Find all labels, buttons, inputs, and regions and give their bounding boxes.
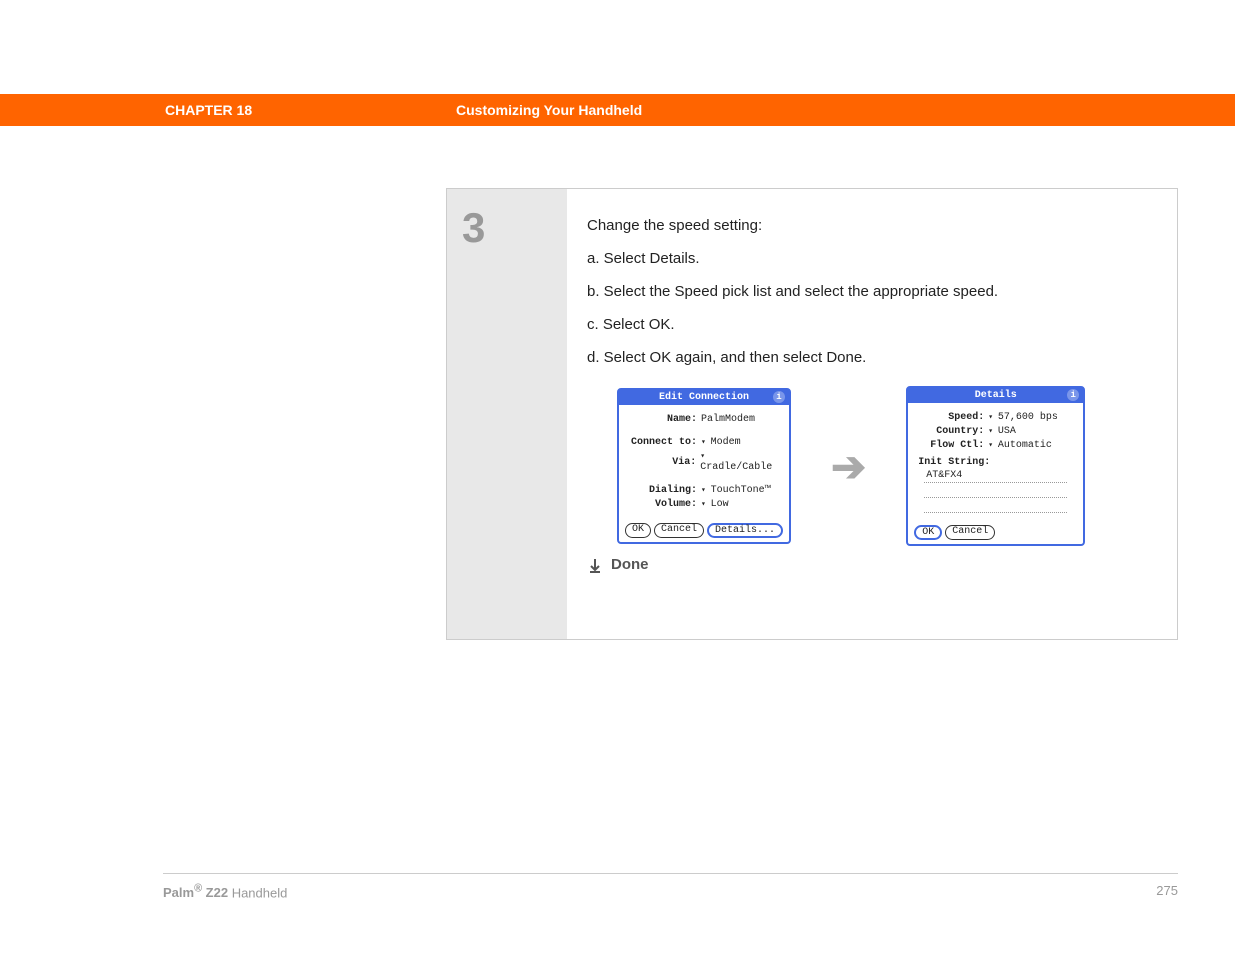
dialing-picklist[interactable]: TouchTone™ xyxy=(701,485,771,496)
substep-a: a. Select Details. xyxy=(587,250,1157,267)
connect-label: Connect to: xyxy=(627,437,697,448)
footer-divider xyxy=(163,873,1178,874)
details-title: Details xyxy=(975,390,1017,401)
arrow-down-icon xyxy=(587,557,603,573)
info-icon[interactable]: i xyxy=(1067,389,1079,401)
substep-c: c. Select OK. xyxy=(587,316,1157,333)
init-string-label: Init String: xyxy=(918,457,1075,468)
init-string-line-2[interactable] xyxy=(924,485,1067,498)
page-number: 275 xyxy=(1156,883,1178,898)
substep-list: a. Select Details. b. Select the Speed p… xyxy=(587,250,1157,366)
chapter-title: Customizing Your Handheld xyxy=(456,102,642,118)
screenshot-row: Edit Connection i Name: PalmModem Connect… xyxy=(617,386,1157,546)
speed-picklist[interactable]: 57,600 bps xyxy=(988,412,1058,423)
flowctl-label: Flow Ctl: xyxy=(916,440,984,451)
cancel-button[interactable]: Cancel xyxy=(654,523,704,538)
step-container: 3 Change the speed setting: a. Select De… xyxy=(446,188,1178,640)
name-value: PalmModem xyxy=(701,414,755,425)
via-label: Via: xyxy=(627,457,696,468)
speed-label: Speed: xyxy=(916,412,984,423)
details-button[interactable]: Details... xyxy=(707,523,783,538)
arrow-right-icon: ➔ xyxy=(831,442,866,491)
edit-connection-dialog: Edit Connection i Name: PalmModem Connect… xyxy=(617,388,791,544)
volume-picklist[interactable]: Low xyxy=(701,499,729,510)
cancel-button[interactable]: Cancel xyxy=(945,525,995,540)
ok-button[interactable]: OK xyxy=(625,523,651,538)
done-label: Done xyxy=(611,556,649,573)
step-number-sidebar: 3 xyxy=(447,189,567,639)
chapter-header: CHAPTER 18 Customizing Your Handheld xyxy=(0,94,1235,126)
country-picklist[interactable]: USA xyxy=(988,426,1016,437)
step-content: Change the speed setting: a. Select Deta… xyxy=(567,189,1177,639)
substep-d: d. Select OK again, and then select Done… xyxy=(587,349,1157,366)
chapter-number: CHAPTER 18 xyxy=(165,102,252,118)
info-icon[interactable]: i xyxy=(773,391,785,403)
dialing-label: Dialing: xyxy=(627,485,697,496)
ok-button[interactable]: OK xyxy=(914,525,942,540)
init-string-line-1[interactable]: AT&FX4 xyxy=(924,470,1067,483)
flowctl-picklist[interactable]: Automatic xyxy=(988,440,1052,451)
step-intro: Change the speed setting: xyxy=(587,217,1157,234)
footer-product: Palm® Z22 Handheld xyxy=(163,883,287,900)
done-indicator: Done xyxy=(587,556,1157,573)
edit-connection-title-bar: Edit Connection i xyxy=(619,390,789,405)
substep-b: b. Select the Speed pick list and select… xyxy=(587,283,1157,300)
init-string-line-3[interactable] xyxy=(924,500,1067,513)
via-picklist[interactable]: Cradle/Cable xyxy=(700,451,781,473)
details-title-bar: Details i xyxy=(908,388,1083,403)
country-label: Country: xyxy=(916,426,984,437)
volume-label: Volume: xyxy=(627,499,697,510)
edit-connection-title: Edit Connection xyxy=(659,392,749,403)
name-label: Name: xyxy=(627,414,697,425)
step-number: 3 xyxy=(462,204,567,252)
connect-picklist[interactable]: Modem xyxy=(701,437,741,448)
details-dialog: Details i Speed: 57,600 bps Country: USA F… xyxy=(906,386,1085,546)
